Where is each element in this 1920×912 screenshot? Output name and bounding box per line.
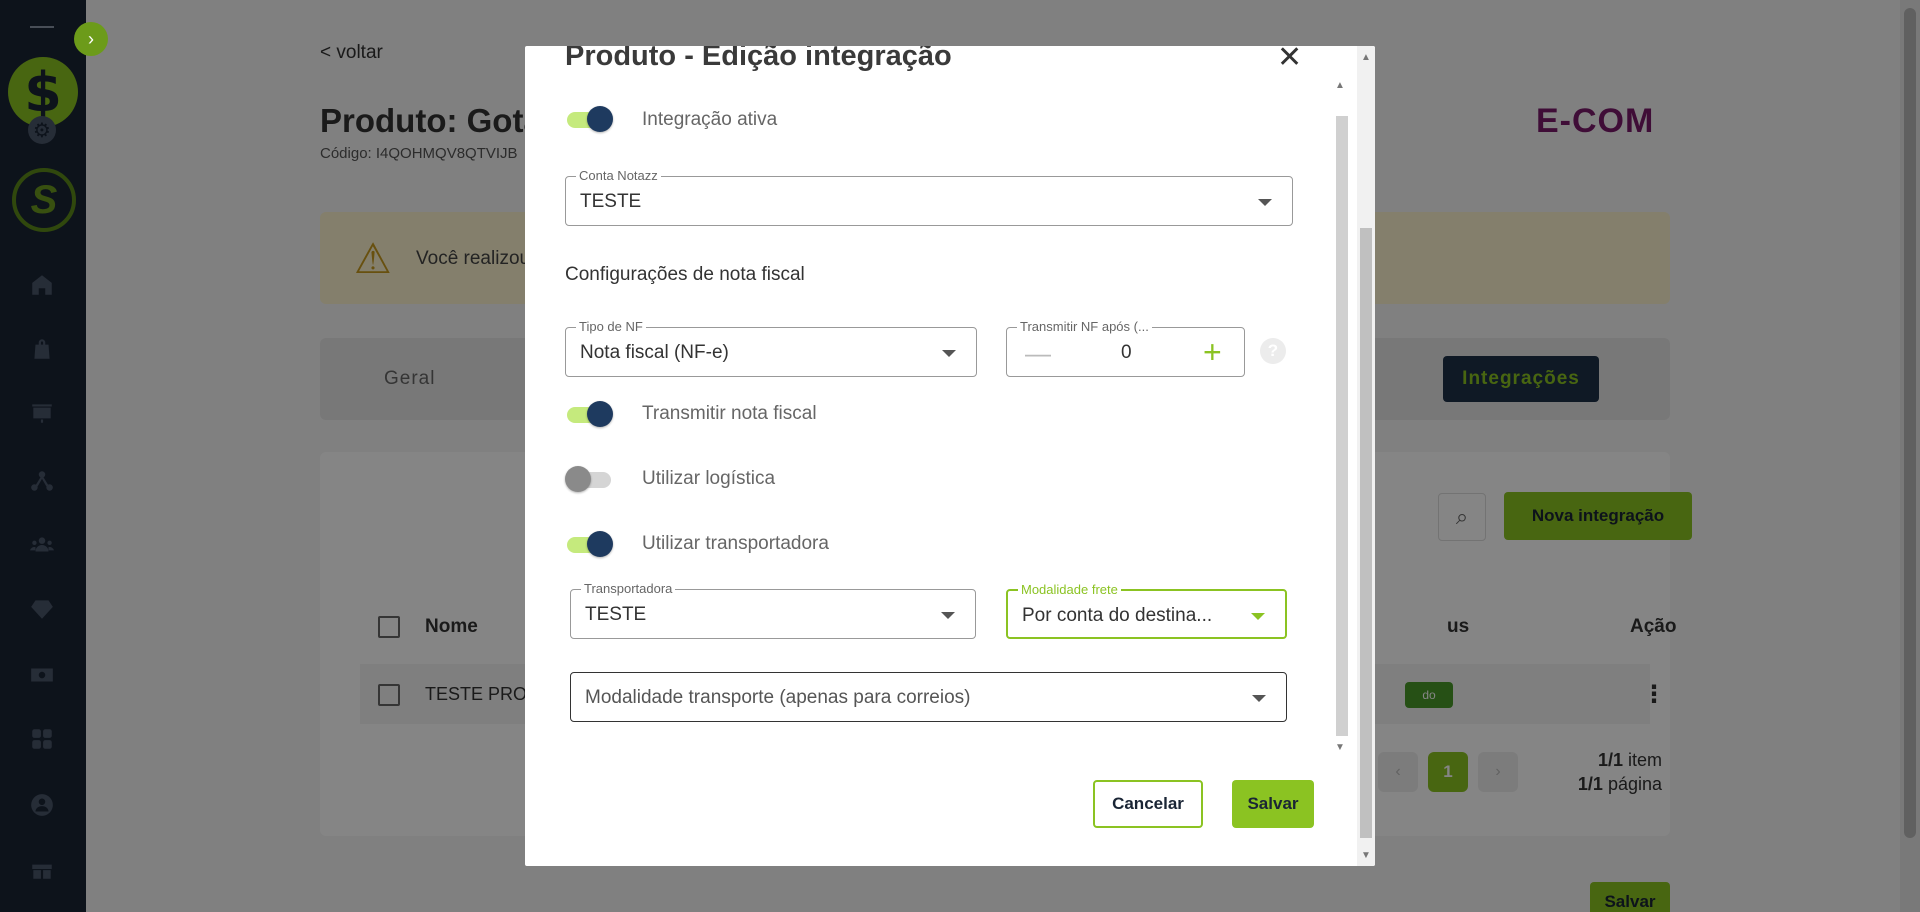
toggle-knob [587,531,613,557]
nf-type-legend: Tipo de NF [576,319,646,334]
toggle-transmit-invoice-label: Transmitir nota fiscal [642,403,817,424]
plus-icon[interactable]: + [1203,334,1222,371]
scroll-down-icon[interactable]: ▼ [1361,850,1371,861]
nf-type-value: Nota fiscal (NF-e) [580,342,729,363]
transport-mode-select[interactable]: Modalidade transporte (apenas para corre… [570,672,1287,722]
transport-mode-placeholder: Modalidade transporte (apenas para corre… [585,687,971,708]
chevron-down-icon [942,350,956,357]
toggle-integration-active[interactable] [565,106,613,132]
toggle-use-logistics-label: Utilizar logística [642,468,776,489]
modal-scrollbar[interactable]: ▲ ▼ [1357,46,1375,866]
account-select-value: TESTE [580,191,642,212]
scroll-up-icon[interactable]: ▲ [1361,52,1371,63]
sidebar-expand-button[interactable]: › [74,22,108,56]
help-icon[interactable]: ? [1260,338,1286,364]
freight-mode-select[interactable]: Modalidade frete Por conta do destina... [1006,582,1287,639]
modal-title: Produto - Edição integração [565,46,952,72]
chevron-down-icon [941,612,955,619]
toggle-knob [587,401,613,427]
toggle-use-carrier-label: Utilizar transportadora [642,533,829,554]
scroll-down-icon[interactable]: ▼ [1335,742,1345,753]
cancel-button[interactable]: Cancelar [1093,780,1203,828]
freight-mode-legend: Modalidade frete [1018,582,1121,597]
account-select[interactable]: Conta Notazz TESTE [565,168,1293,226]
integration-edit-modal: Produto - Edição integração ✕ Integração… [525,46,1375,866]
minus-icon[interactable]: — [1025,338,1051,369]
inner-scrollbar[interactable]: ▲ ▼ [1333,76,1349,756]
toggle-use-logistics[interactable] [565,466,613,492]
nf-type-select[interactable]: Tipo de NF Nota fiscal (NF-e) [565,319,977,377]
account-select-legend: Conta Notazz [576,168,661,183]
scroll-up-icon[interactable]: ▲ [1335,80,1345,91]
transmit-after-stepper: Transmitir NF após (... — 0 + [1006,319,1245,377]
chevron-down-icon [1258,199,1272,206]
toggle-knob [587,106,613,132]
toggle-transmit-invoice[interactable] [565,401,613,427]
toggle-knob [565,466,591,492]
freight-mode-value: Por conta do destina... [1022,605,1213,626]
transmit-after-legend: Transmitir NF após (... [1017,319,1152,334]
modal-scrollbar-thumb[interactable] [1360,228,1372,838]
toggle-integration-active-label: Integração ativa [642,109,778,130]
carrier-legend: Transportadora [581,581,676,596]
carrier-value: TESTE [585,604,647,625]
toggle-use-carrier[interactable] [565,531,613,557]
transmit-after-value[interactable]: 0 [1121,342,1132,364]
carrier-select[interactable]: Transportadora TESTE [570,581,976,639]
chevron-down-icon [1252,695,1266,702]
save-button[interactable]: Salvar [1232,780,1314,828]
section-title: Configurações de nota fiscal [565,264,805,285]
inner-scrollbar-thumb[interactable] [1336,116,1348,736]
chevron-down-icon [1251,613,1265,620]
close-icon[interactable]: ✕ [1277,46,1302,75]
